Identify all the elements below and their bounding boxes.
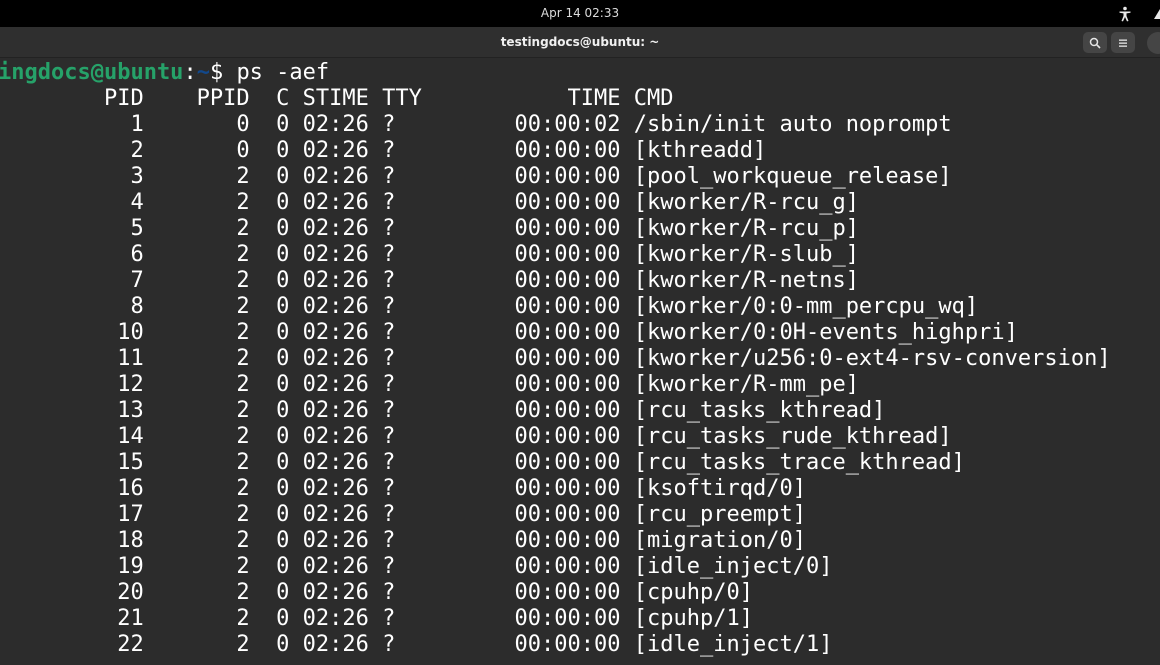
system-menu-icon[interactable] [1152, 7, 1160, 21]
process-row: 15 2 0 02:26 ? 00:00:00 [rcu_tasks_trace… [0, 450, 965, 475]
process-row: 3 2 0 02:26 ? 00:00:00 [pool_workqueue_r… [0, 164, 952, 189]
window-title: testingdocs@ubuntu: ~ [500, 35, 660, 49]
process-row: 8 2 0 02:26 ? 00:00:00 [kworker/0:0-mm_p… [0, 294, 979, 319]
prompt-dollar: $ [209, 60, 237, 85]
process-row: 13 2 0 02:26 ? 00:00:00 [rcu_tasks_kthre… [0, 398, 886, 423]
terminal-header-bar: testingdocs@ubuntu: ~ [0, 27, 1160, 58]
process-row: 21 2 0 02:26 ? 00:00:00 [cpuhp/1] [0, 606, 753, 631]
search-button[interactable] [1083, 32, 1107, 53]
process-row: 10 2 0 02:26 ? 00:00:00 [kworker/0:0H-ev… [0, 320, 1018, 345]
process-row: 20 2 0 02:26 ? 00:00:00 [cpuhp/0] [0, 580, 753, 605]
process-row: 11 2 0 02:26 ? 00:00:00 [kworker/u256:0-… [0, 346, 1111, 371]
process-row: 4 2 0 02:26 ? 00:00:00 [kworker/R-rcu_g] [0, 190, 859, 215]
menu-button[interactable] [1111, 32, 1135, 53]
prompt-line: ingdocs@ubuntu:~$ ps -aef [0, 60, 329, 86]
search-icon [1089, 37, 1101, 49]
prompt-command: ps -aef [236, 60, 330, 85]
accessibility-icon[interactable] [1116, 5, 1134, 23]
process-row: 7 2 0 02:26 ? 00:00:00 [kworker/R-netns] [0, 268, 859, 293]
terminal-output[interactable]: ingdocs@ubuntu:~$ ps -aef PID PPID C STI… [0, 58, 1160, 665]
process-row: 19 2 0 02:26 ? 00:00:00 [idle_inject/0] [0, 554, 833, 579]
process-row: 17 2 0 02:26 ? 00:00:00 [rcu_preempt] [0, 502, 806, 527]
prompt-path: ~ [196, 60, 210, 85]
prompt-separator: : [183, 60, 197, 85]
top-bar: Apr 14 02:33 [0, 0, 1160, 27]
process-row: 18 2 0 02:26 ? 00:00:00 [migration/0] [0, 528, 806, 553]
process-row: 1 0 0 02:26 ? 00:00:02 /sbin/init auto n… [0, 112, 952, 137]
process-row: 12 2 0 02:26 ? 00:00:00 [kworker/R-mm_pe… [0, 372, 859, 397]
hamburger-menu-icon [1119, 39, 1127, 47]
process-row: 22 2 0 02:26 ? 00:00:00 [idle_inject/1] [0, 632, 833, 657]
process-row: 14 2 0 02:26 ? 00:00:00 [rcu_tasks_rude_… [0, 424, 952, 449]
process-row: 6 2 0 02:26 ? 00:00:00 [kworker/R-slub_] [0, 242, 859, 267]
prompt-user-host: ingdocs@ubuntu [0, 60, 184, 85]
clock[interactable]: Apr 14 02:33 [0, 0, 1160, 27]
process-row: 5 2 0 02:26 ? 00:00:00 [kworker/R-rcu_p] [0, 216, 859, 241]
ps-header-row: PID PPID C STIME TTY TIME CMD [0, 86, 674, 111]
process-row: 16 2 0 02:26 ? 00:00:00 [ksoftirqd/0] [0, 476, 806, 501]
process-row: 2 0 0 02:26 ? 00:00:00 [kthreadd] [0, 138, 767, 163]
